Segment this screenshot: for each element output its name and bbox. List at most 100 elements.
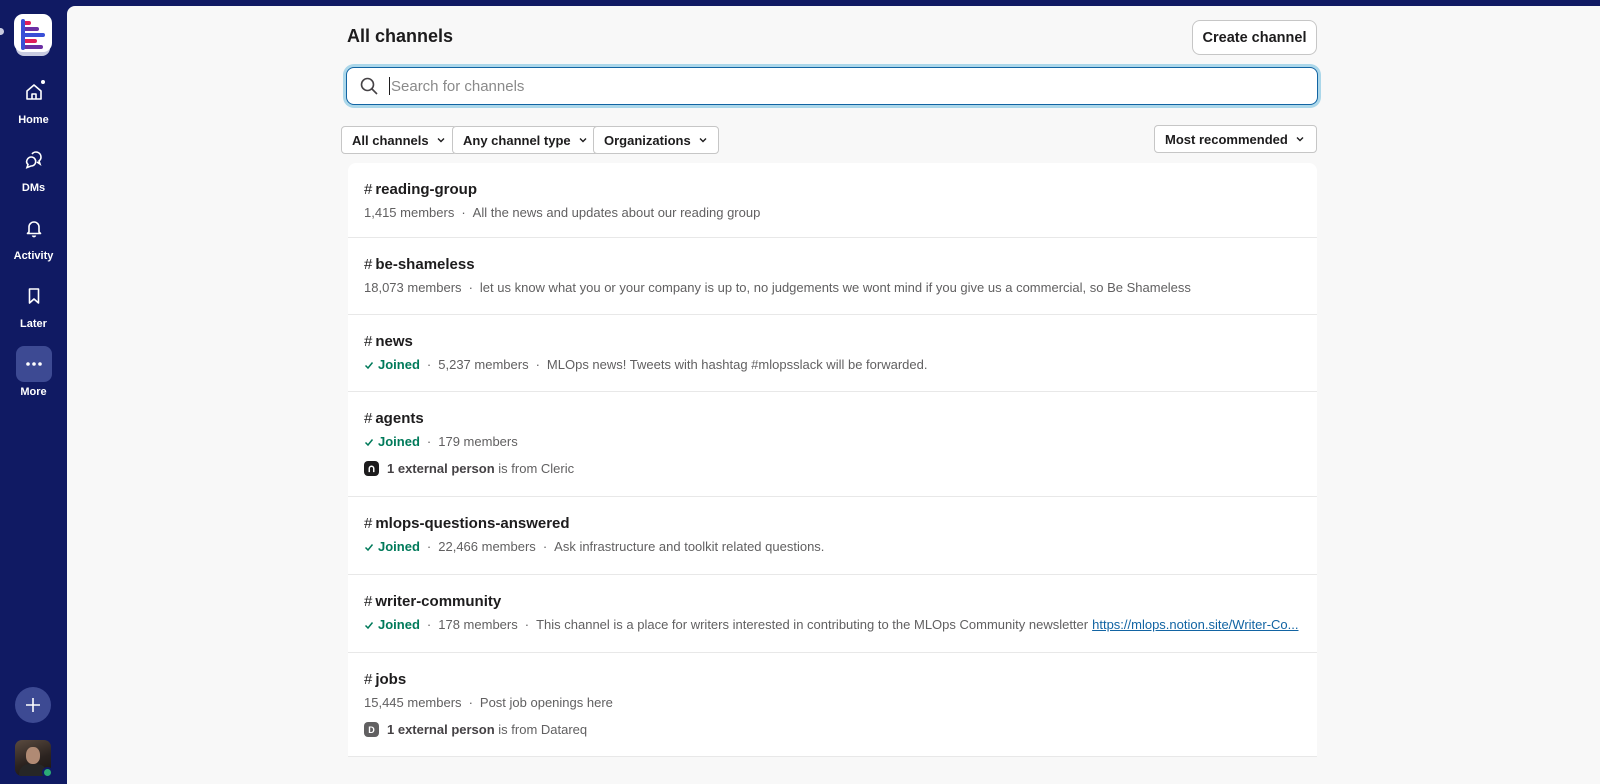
- channel-name-text: reading-group: [375, 181, 478, 198]
- filter-organizations[interactable]: Organizations: [593, 126, 719, 154]
- search-icon: [359, 76, 379, 96]
- member-count: 15,445 members: [364, 695, 462, 710]
- hash-icon: #: [364, 410, 373, 427]
- bell-icon: [16, 210, 52, 246]
- nav-activity[interactable]: Activity: [0, 210, 67, 262]
- workspace-logo[interactable]: [14, 14, 52, 52]
- newsletter-link[interactable]: https://mlops.notion.site/Writer-Co...: [1092, 617, 1298, 632]
- chevron-down-icon: [437, 138, 445, 143]
- hash-icon: #: [364, 333, 373, 350]
- filter-all-channels-label: All channels: [352, 132, 429, 148]
- separator: ·: [542, 539, 548, 554]
- joined-badge: Joined: [364, 357, 420, 372]
- channel-name-text: agents: [375, 410, 424, 427]
- search-input[interactable]: [391, 77, 1291, 95]
- more-icon: [15, 346, 52, 382]
- separator: ·: [426, 539, 432, 554]
- nav-label-later: Later: [20, 318, 47, 330]
- external-people-note: D 1 external person is from Datareq: [364, 722, 587, 737]
- filter-all-channels[interactable]: All channels: [341, 126, 457, 154]
- channel-name[interactable]: # writer-community: [364, 593, 501, 610]
- channel-meta: Joined · 5,237 members · MLOps news! Twe…: [364, 357, 927, 372]
- joined-badge: Joined: [364, 539, 420, 554]
- channel-meta: 18,073 members · let us know what you or…: [364, 280, 1191, 295]
- channel-meta: Joined · 179 members: [364, 434, 518, 449]
- joined-label: Joined: [378, 434, 420, 449]
- joined-label: Joined: [378, 539, 420, 554]
- channel-meta: Joined · 178 members · This channel is a…: [364, 617, 1299, 632]
- filter-channel-type[interactable]: Any channel type: [452, 126, 599, 154]
- member-count: 5,237 members: [438, 357, 529, 372]
- hash-icon: #: [364, 181, 373, 198]
- nav-dms[interactable]: DMs: [0, 142, 67, 194]
- presence-indicator: [42, 767, 53, 778]
- nav-home[interactable]: Home: [0, 74, 67, 126]
- separator: ·: [468, 695, 473, 710]
- channel-row[interactable]: # writer-community Joined · 178 members ·…: [348, 575, 1317, 653]
- hash-icon: #: [364, 256, 373, 273]
- separator: ·: [524, 617, 530, 632]
- channel-name[interactable]: # mlops-questions-answered: [364, 515, 570, 532]
- check-icon: [364, 361, 374, 369]
- channel-row[interactable]: # news Joined · 5,237 members · MLOps new…: [348, 315, 1317, 392]
- chevron-down-icon: [1296, 137, 1304, 142]
- channel-name-text: jobs: [375, 671, 407, 688]
- member-count: 179 members: [438, 434, 518, 449]
- hash-icon: #: [364, 593, 373, 610]
- member-count: 178 members: [438, 617, 518, 632]
- channel-name[interactable]: # news: [364, 333, 413, 350]
- channel-row[interactable]: # reading-group 1,415 members · All the n…: [348, 163, 1317, 238]
- joined-label: Joined: [378, 357, 420, 372]
- separator: ·: [426, 434, 432, 449]
- channel-name-text: mlops-questions-answered: [375, 515, 570, 532]
- channel-name[interactable]: # agents: [364, 410, 424, 427]
- channel-meta: 1,415 members · All the news and updates…: [364, 205, 760, 220]
- nav-later[interactable]: Later: [0, 278, 67, 330]
- external-org: is from Cleric: [498, 461, 575, 476]
- sort-dropdown[interactable]: Most recommended: [1154, 125, 1317, 153]
- create-channel-button[interactable]: Create channel: [1192, 20, 1317, 55]
- channel-meta: 15,445 members · Post job openings here: [364, 695, 613, 710]
- add-workspace-button[interactable]: [15, 687, 51, 723]
- separator: ·: [426, 617, 432, 632]
- check-icon: [364, 438, 374, 446]
- sort-label: Most recommended: [1165, 131, 1288, 147]
- channel-row[interactable]: # jobs 15,445 members · Post job openings…: [348, 653, 1317, 757]
- notification-dot: [39, 79, 46, 85]
- avatar-face: [26, 747, 40, 764]
- separator: ·: [426, 357, 432, 372]
- chevron-down-icon: [699, 138, 707, 143]
- search-bar[interactable]: [346, 67, 1318, 105]
- check-icon: [364, 543, 374, 551]
- channel-name[interactable]: # reading-group: [364, 181, 477, 198]
- channel-name[interactable]: # jobs: [364, 671, 406, 688]
- external-count: 1 external person: [387, 722, 495, 737]
- channel-name[interactable]: # be-shameless: [364, 256, 475, 273]
- text-cursor: [389, 77, 390, 95]
- nav-label-more: More: [20, 386, 47, 398]
- channel-row[interactable]: # be-shameless 18,073 members · let us kn…: [348, 238, 1317, 315]
- external-count: 1 external person: [387, 461, 495, 476]
- channel-description: let us know what you or your company is …: [479, 280, 1191, 295]
- separator: ·: [461, 205, 466, 220]
- joined-label: Joined: [378, 617, 420, 632]
- hash-icon: #: [364, 671, 373, 688]
- separator: ·: [468, 280, 473, 295]
- channel-description: Ask infrastructure and toolkit related q…: [554, 539, 825, 554]
- nav-more[interactable]: More: [0, 346, 67, 398]
- cleric-org-icon: [364, 461, 379, 476]
- nav-label-home: Home: [18, 114, 49, 126]
- channel-row[interactable]: # agents Joined · 179 members 1 external …: [348, 392, 1317, 497]
- joined-badge: Joined: [364, 617, 420, 632]
- channel-list: # reading-group 1,415 members · All the n…: [348, 163, 1317, 757]
- channel-browser: All channels Create channel All channels…: [67, 6, 1600, 784]
- filter-organizations-label: Organizations: [604, 132, 691, 148]
- channel-row[interactable]: # mlops-questions-answered Joined · 22,46…: [348, 497, 1317, 575]
- channel-description: This channel is a place for writers inte…: [536, 617, 1089, 632]
- member-count: 22,466 members: [438, 539, 536, 554]
- external-org: is from Datareq: [498, 722, 588, 737]
- home-icon: [16, 74, 52, 110]
- external-people-note: 1 external person is from Cleric: [364, 461, 574, 476]
- nav-label-dms: DMs: [21, 182, 46, 194]
- hash-icon: #: [364, 515, 373, 532]
